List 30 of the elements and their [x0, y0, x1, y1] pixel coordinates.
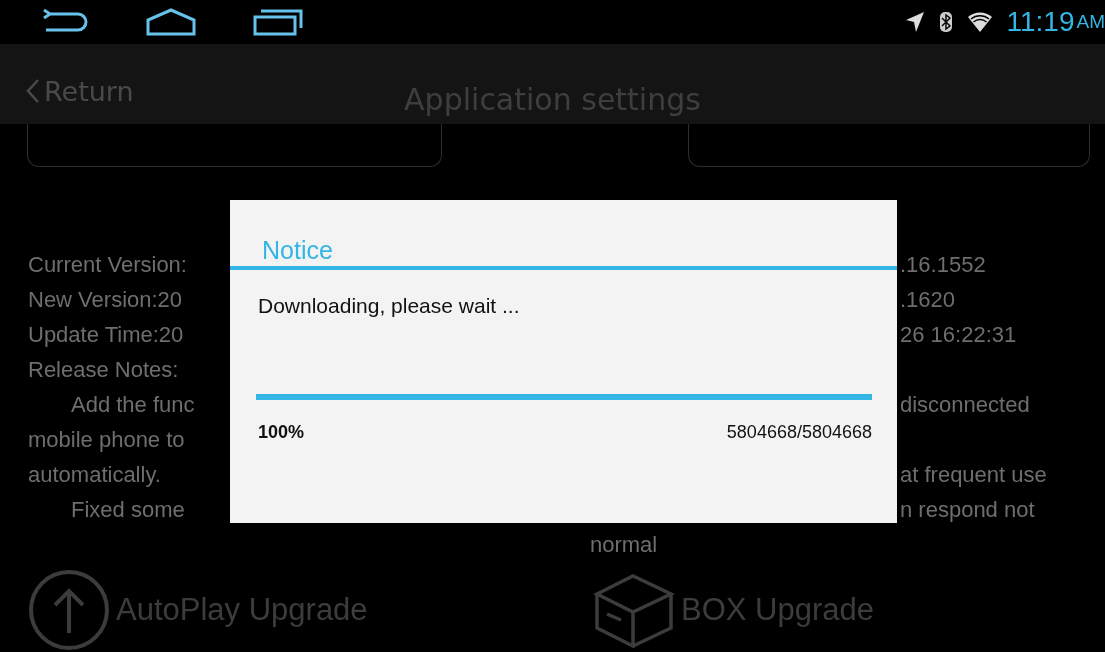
- clock-time: 11:19: [1006, 6, 1075, 39]
- progress-percent: 100%: [258, 422, 305, 443]
- info-text: n respond not: [900, 496, 1035, 524]
- wifi-icon: [966, 11, 993, 34]
- progress-bytes: 5804668/5804668: [726, 422, 872, 443]
- dialog-message: Downloading, please wait ...: [257, 293, 521, 319]
- recent-apps-icon[interactable]: [252, 7, 304, 38]
- clock-meridiem: AM: [1076, 11, 1105, 34]
- info-text: Update Time:20: [28, 321, 184, 349]
- info-text: New Version:20: [28, 286, 183, 314]
- info-text: .1620: [900, 286, 956, 314]
- info-text: 26 16:22:31: [900, 321, 1017, 349]
- info-text: automatically.: [28, 461, 161, 489]
- upgrade-button[interactable]: BOX Upgrade: [565, 568, 1105, 652]
- info-text: Add the func: [71, 391, 195, 419]
- bluetooth-icon: [938, 11, 953, 34]
- info-text: Release Notes:: [28, 356, 179, 384]
- info-text: mobile phone to: [28, 426, 185, 454]
- info-text: normal: [590, 531, 658, 559]
- info-text: disconnected: [900, 391, 1030, 419]
- info-text: .16.1552: [900, 251, 986, 279]
- location-arrow-icon: [904, 11, 925, 34]
- info-text: Current Version:: [28, 251, 187, 279]
- dialog-title: Notice: [261, 235, 334, 266]
- box-icon: [593, 572, 675, 648]
- upgrade-button[interactable]: AutoPlay Upgrade: [0, 568, 565, 652]
- home-icon[interactable]: [145, 7, 197, 38]
- info-text: at frequent use: [900, 461, 1047, 489]
- chevron-left-icon: [26, 78, 40, 105]
- info-text: Fixed some: [71, 496, 185, 524]
